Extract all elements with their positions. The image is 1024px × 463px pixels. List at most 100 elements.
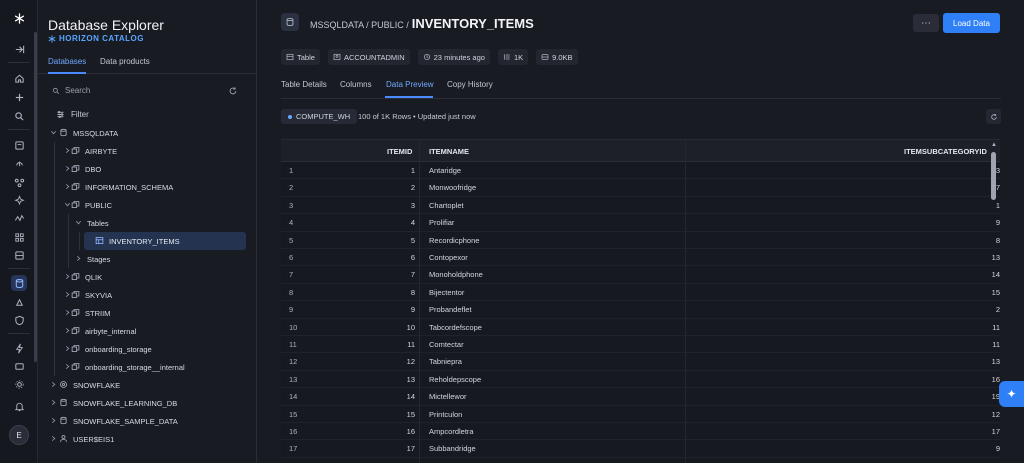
tab-columns[interactable]: Columns: [340, 80, 372, 89]
row-number-cell[interactable]: 8: [289, 288, 293, 297]
row-number-cell[interactable]: 17: [289, 444, 297, 453]
chevron-right-icon[interactable]: [50, 399, 57, 406]
itemsubcategoryid-cell[interactable]: 11: [992, 323, 1000, 332]
tree-item[interactable]: PUBLIC: [38, 196, 257, 214]
itemname-cell[interactable]: Probandeflet: [429, 305, 472, 314]
itemsubcategoryid-cell[interactable]: 15: [992, 288, 1000, 297]
table-row[interactable]: 3 3 Chartoplet 1: [281, 197, 1000, 215]
chevron-down-icon[interactable]: [50, 129, 57, 136]
data-sharing-icon[interactable]: [11, 294, 27, 310]
grid-scrollbar[interactable]: [991, 152, 996, 200]
chevron-right-icon[interactable]: [64, 345, 71, 352]
row-number-cell[interactable]: 16: [289, 427, 297, 436]
copilot-assistant-button[interactable]: ✦: [999, 381, 1024, 407]
tab-data-products[interactable]: Data products: [100, 57, 150, 66]
itemname-cell[interactable]: Antaridge: [429, 166, 461, 175]
itemid-cell[interactable]: 5: [411, 236, 415, 245]
itemid-cell[interactable]: 7: [411, 270, 415, 279]
row-number-cell[interactable]: 14: [289, 392, 297, 401]
itemsubcategoryid-cell[interactable]: 13: [992, 253, 1000, 262]
itemid-cell[interactable]: 15: [407, 410, 415, 419]
refresh-preview-button[interactable]: [986, 109, 1001, 124]
row-number-cell[interactable]: 10: [289, 323, 297, 332]
sidebar-search[interactable]: Search: [52, 86, 90, 95]
tree-item[interactable]: onboarding_storage: [38, 340, 257, 358]
chevron-right-icon[interactable]: [50, 417, 57, 424]
itemname-cell[interactable]: Comtectar: [429, 340, 464, 349]
itemsubcategoryid-cell[interactable]: 7: [996, 183, 1000, 192]
tree-item[interactable]: DBO: [38, 160, 257, 178]
tree-item[interactable]: onboarding_storage__internal: [38, 358, 257, 376]
itemname-cell[interactable]: Tabcordefscope: [429, 323, 482, 332]
chevron-right-icon[interactable]: [75, 255, 82, 262]
refresh-icon[interactable]: [228, 86, 238, 96]
row-number-cell[interactable]: 15: [289, 410, 297, 419]
itemsubcategoryid-cell[interactable]: 11: [992, 340, 1000, 349]
warehouse-selector[interactable]: COMPUTE_WH: [281, 109, 358, 124]
table-row[interactable]: 9 9 Probandeflet 2: [281, 301, 1000, 319]
tree-item[interactable]: SNOWFLAKE_SAMPLE_DATA: [38, 412, 257, 430]
itemname-cell[interactable]: Chartoplet: [429, 201, 464, 210]
tab-table-details[interactable]: Table Details: [281, 80, 327, 89]
tree-item[interactable]: SNOWFLAKE: [38, 376, 257, 394]
table-row[interactable]: 11 11 Comtectar 11: [281, 336, 1000, 354]
admin-icon[interactable]: [11, 358, 27, 374]
itemid-cell[interactable]: 13: [407, 375, 415, 384]
load-data-button[interactable]: Load Data: [943, 13, 1000, 33]
scroll-up-icon[interactable]: ▲: [991, 142, 997, 148]
tree-item[interactable]: Tables: [38, 214, 257, 232]
projects-icon[interactable]: [11, 137, 27, 153]
tree-item[interactable]: QLIK: [38, 268, 257, 286]
chevron-right-icon[interactable]: [64, 291, 71, 298]
itemname-cell[interactable]: Monoholdphone: [429, 270, 483, 279]
chevron-right-icon[interactable]: [64, 327, 71, 334]
home-icon[interactable]: [11, 70, 27, 86]
search-input[interactable]: Search: [65, 86, 90, 95]
chevron-right-icon[interactable]: [50, 381, 57, 388]
table-row[interactable]: 2 2 Monwoofridge 7: [281, 179, 1000, 197]
table-row[interactable]: 1 1 Antaridge 3: [281, 162, 1000, 180]
apps-icon[interactable]: [11, 247, 27, 263]
itemsubcategoryid-cell[interactable]: 12: [992, 410, 1000, 419]
notifications-bell-icon[interactable]: [11, 398, 27, 414]
row-number-cell[interactable]: 9: [289, 305, 293, 314]
row-number-cell[interactable]: 3: [289, 201, 293, 210]
catalog-database-icon[interactable]: [11, 275, 27, 291]
itemid-cell[interactable]: 17: [407, 444, 415, 453]
row-number-cell[interactable]: 12: [289, 357, 297, 366]
itemid-cell[interactable]: 9: [411, 305, 415, 314]
itemname-cell[interactable]: Contopexor: [429, 253, 468, 262]
itemid-cell[interactable]: 16: [407, 427, 415, 436]
compute-icon[interactable]: [11, 340, 27, 356]
tab-data-preview[interactable]: Data Preview: [386, 80, 434, 89]
table-row[interactable]: 12 12 Tabniepra 13: [281, 353, 1000, 371]
tree-item[interactable]: STRIIM: [38, 304, 257, 322]
chevron-right-icon[interactable]: [50, 435, 57, 442]
itemname-cell[interactable]: Recordicphone: [429, 236, 479, 245]
row-number-cell[interactable]: 6: [289, 253, 293, 262]
breadcrumb-path[interactable]: MSSQLDATA / PUBLIC /: [310, 20, 409, 30]
row-number-cell[interactable]: 2: [289, 183, 293, 192]
itemname-cell[interactable]: Tabniepra: [429, 357, 462, 366]
itemid-cell[interactable]: 4: [411, 218, 415, 227]
tab-databases[interactable]: Databases: [48, 57, 86, 66]
itemsubcategoryid-cell[interactable]: 17: [992, 427, 1000, 436]
table-row[interactable]: 8 8 Bijectentor 15: [281, 284, 1000, 302]
row-number-cell[interactable]: 7: [289, 270, 293, 279]
itemid-cell[interactable]: 3: [411, 201, 415, 210]
itemname-cell[interactable]: Prolifiar: [429, 218, 454, 227]
itemid-cell[interactable]: 11: [407, 340, 415, 349]
monitoring-icon[interactable]: [11, 210, 27, 226]
itemsubcategoryid-cell[interactable]: 14: [992, 270, 1000, 279]
filter-button[interactable]: Filter: [56, 110, 89, 119]
transformation-icon[interactable]: [11, 174, 27, 190]
tab-copy-history[interactable]: Copy History: [447, 80, 493, 89]
itemsubcategoryid-cell[interactable]: 9: [996, 444, 1000, 453]
table-row[interactable]: 15 15 Printculon 12: [281, 406, 1000, 423]
expand-sidebar-icon[interactable]: [11, 41, 27, 57]
tree-item[interactable]: SKYVIA: [38, 286, 257, 304]
itemsubcategoryid-cell[interactable]: 1: [996, 201, 1000, 210]
tree-item[interactable]: AIRBYTE: [38, 142, 257, 160]
settings-icon[interactable]: [11, 376, 27, 392]
itemid-cell[interactable]: 6: [411, 253, 415, 262]
